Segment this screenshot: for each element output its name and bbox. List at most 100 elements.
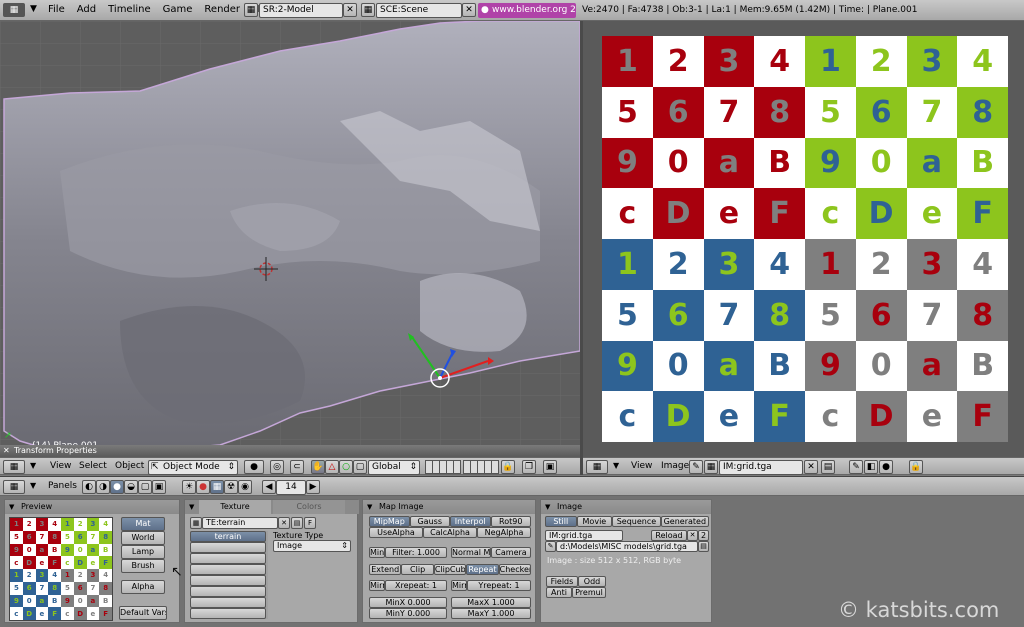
x-mirror-toggle[interactable]: Mirr	[369, 580, 385, 591]
image-source-still[interactable]: Still	[545, 516, 577, 527]
frame-next-icon[interactable]: ▶	[306, 480, 320, 494]
image-path-field[interactable]: d:\Models\MISC models\grid.tga	[556, 541, 698, 552]
screen-browse-icon[interactable]: ▦	[244, 3, 258, 17]
mipmap-toggle[interactable]: MipMap	[369, 516, 410, 527]
image-source-movie[interactable]: Movie	[576, 516, 613, 527]
image-unlink-icon[interactable]: ✕	[687, 530, 698, 541]
menu-file[interactable]: File	[42, 0, 71, 20]
map-image-panel-title[interactable]: Map Image	[363, 500, 535, 514]
object-menu[interactable]: Object	[115, 461, 144, 471]
y-mirror-toggle[interactable]: Mirr	[451, 580, 467, 591]
scale-manipulator-icon[interactable]: ▢	[353, 460, 367, 474]
interpol-toggle[interactable]: Interpol	[450, 516, 491, 527]
layer-buttons-group-b[interactable]	[463, 460, 499, 474]
menu-render[interactable]: Render	[198, 0, 246, 20]
preview-mat-button[interactable]: Mat	[121, 517, 165, 531]
menu-game[interactable]: Game	[157, 0, 199, 20]
preview-panel-title[interactable]: Preview	[5, 500, 179, 514]
image-source-sequence[interactable]: Sequence	[612, 516, 661, 527]
radiosity-buttons-icon[interactable]: ☢	[224, 480, 238, 494]
snap-icon[interactable]: ⊂	[290, 460, 304, 474]
image-pack-icon[interactable]: ▤	[821, 460, 835, 474]
menu-add[interactable]: Add	[71, 0, 102, 20]
world-buttons-icon[interactable]: ◉	[238, 480, 252, 494]
tab-texture[interactable]: Texture	[199, 500, 271, 514]
texture-channel-empty[interactable]	[190, 586, 266, 597]
header-collapse-icon[interactable]: ▼	[30, 481, 36, 490]
image-view-menu[interactable]: View	[631, 461, 652, 471]
pivot-icon[interactable]: ◎	[270, 460, 284, 474]
scene-context-icon[interactable]: ▣	[152, 480, 166, 494]
normal-space-select[interactable]: Camera	[491, 547, 531, 558]
anti-toggle[interactable]: Anti	[546, 587, 572, 598]
odd-toggle[interactable]: Odd	[578, 576, 606, 587]
filter-min-toggle[interactable]: Min	[369, 547, 385, 558]
xrepeat-field[interactable]: Xrepeat: 1	[385, 580, 447, 591]
image-name-field[interactable]: IM:grid.tga	[719, 460, 803, 475]
header-collapse-icon[interactable]: ▼	[30, 461, 36, 470]
layer-buttons-group-a[interactable]	[425, 460, 461, 474]
texture-type-select[interactable]: Image ⇕	[273, 540, 351, 552]
3d-viewport[interactable]: ↗ (14) Plane.001 ✕ Transform Properties	[0, 21, 580, 457]
texture-browse-icon[interactable]: ▦	[190, 517, 202, 529]
translate-manipulator-icon[interactable]: △	[325, 460, 339, 474]
screen-name-field[interactable]: SR:2-Model	[259, 3, 343, 18]
extend-toggle[interactable]: Extend	[369, 564, 402, 575]
texture-channel-empty[interactable]	[190, 597, 266, 608]
image-file-browse-icon[interactable]: ✎	[545, 541, 556, 552]
yrepeat-field[interactable]: Yrepeat: 1	[467, 580, 531, 591]
script-context-icon[interactable]: ◑	[96, 480, 110, 494]
image-unlink-icon[interactable]: ✕	[804, 460, 818, 474]
texture-channel-empty[interactable]	[190, 575, 266, 586]
transform-properties-bar[interactable]: ✕ Transform Properties	[0, 445, 580, 457]
image-panel-title[interactable]: Image	[541, 500, 711, 514]
clip-toggle[interactable]: Clip	[401, 564, 434, 575]
blender-url-badge[interactable]: ● www.blender.org 246	[478, 3, 576, 18]
normal-map-toggle[interactable]: Normal Ma	[451, 547, 491, 558]
object-context-icon[interactable]: ◒	[124, 480, 138, 494]
editor-type-image-icon[interactable]: ▦	[586, 460, 608, 474]
image-lock-icon[interactable]: 🔒	[909, 460, 923, 474]
render-icon[interactable]: ▣	[543, 460, 557, 474]
texture-channel-empty[interactable]	[190, 608, 266, 619]
preview-brush-button[interactable]: Brush	[121, 559, 165, 573]
current-frame-field[interactable]: 14	[276, 480, 306, 495]
calcalpha-toggle[interactable]: CalcAlpha	[423, 527, 477, 538]
header-collapse-icon[interactable]: ▼	[613, 461, 619, 470]
texture-name-field[interactable]: TE:terrain	[202, 517, 278, 529]
texture-fake-user-icon[interactable]: ▤	[291, 517, 303, 529]
fields-toggle[interactable]: Fields	[546, 576, 578, 587]
image-pack-icon[interactable]: ▤	[698, 541, 709, 552]
texture-channel-empty[interactable]	[190, 564, 266, 575]
default-vars-button[interactable]: Default Vars	[119, 606, 167, 620]
texture-channel-empty[interactable]	[190, 542, 266, 553]
tab-colors[interactable]: Colors	[273, 500, 345, 514]
checker-toggle[interactable]: Checker	[498, 564, 532, 575]
image-panel-name-field[interactable]: IM:grid.tga	[545, 530, 623, 541]
image-draw-icon[interactable]: ✎	[849, 460, 863, 474]
negalpha-toggle[interactable]: NegAlpha	[477, 527, 531, 538]
image-editor[interactable]: 123412345678567890aB90aBcDeFcDeF12341234…	[583, 21, 1024, 457]
texture-f-icon[interactable]: F	[304, 517, 316, 529]
texture-channel-empty[interactable]	[190, 553, 266, 564]
preview-alpha-button[interactable]: Alpha	[121, 580, 165, 594]
rotate-manipulator-icon[interactable]: ○	[339, 460, 353, 474]
close-icon[interactable]: ✕	[3, 445, 10, 457]
screen-delete-icon[interactable]: ✕	[343, 3, 357, 17]
orientation-select[interactable]: Global ⇕	[368, 460, 420, 475]
premul-toggle[interactable]: Premul	[572, 587, 606, 598]
clipcube-toggle[interactable]: ClipCube	[433, 564, 467, 575]
blender-logo-icon[interactable]: ▦	[3, 3, 25, 17]
image-source-generated[interactable]: Generated	[660, 516, 709, 527]
miny-field[interactable]: MinY 0.000	[369, 608, 447, 619]
draw-type-icon[interactable]: ●	[244, 460, 264, 474]
texture-channel-active[interactable]: terrain	[190, 531, 266, 542]
minx-field[interactable]: MinX 0.000	[369, 597, 447, 608]
select-menu[interactable]: Select	[79, 461, 107, 471]
material-buttons-icon[interactable]: ●	[196, 480, 210, 494]
shading-context-icon[interactable]: ●	[110, 480, 124, 494]
collapse-icon[interactable]: ▼	[189, 503, 194, 511]
scene-delete-icon[interactable]: ✕	[462, 3, 476, 17]
mode-select[interactable]: ⇱ Object Mode ⇕	[148, 460, 238, 475]
filter-field[interactable]: Filter: 1.000	[385, 547, 447, 558]
